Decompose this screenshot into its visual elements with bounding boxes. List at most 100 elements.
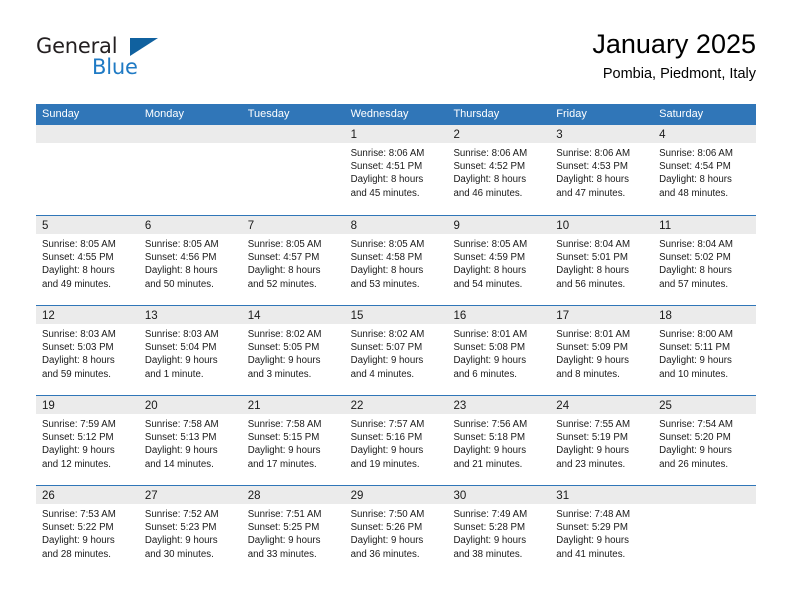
date-band: 26 <box>36 486 139 504</box>
sunset-text: Sunset: 4:54 PM <box>659 161 731 173</box>
sunrise-text: Sunrise: 7:54 AM <box>659 419 733 430</box>
day-info: Sunrise: 8:04 AM Sunset: 5:02 PM Dayligh… <box>653 234 756 291</box>
day-cell[interactable]: 30 Sunrise: 7:49 AM Sunset: 5:28 PM Dayl… <box>447 486 551 575</box>
day-cell[interactable]: 16 Sunrise: 8:01 AM Sunset: 5:08 PM Dayl… <box>447 306 551 395</box>
day-info: Sunrise: 8:06 AM Sunset: 4:51 PM Dayligh… <box>345 143 448 200</box>
day-cell[interactable]: 10 Sunrise: 8:04 AM Sunset: 5:01 PM Dayl… <box>550 216 654 305</box>
daylight-text-line2: and 49 minutes. <box>42 278 111 290</box>
date-number: 26 <box>42 490 55 502</box>
daylight-text-line1: Daylight: 9 hours <box>144 535 218 547</box>
date-number: 22 <box>350 400 364 412</box>
day-cell[interactable]: 28 Sunrise: 7:51 AM Sunset: 5:25 PM Dayl… <box>241 486 345 575</box>
day-cell[interactable]: 27 Sunrise: 7:52 AM Sunset: 5:23 PM Dayl… <box>138 486 242 575</box>
day-info: Sunrise: 7:52 AM Sunset: 5:23 PM Dayligh… <box>139 504 242 561</box>
daylight-text-line1: Daylight: 8 hours <box>42 265 115 277</box>
day-info: Sunrise: 8:06 AM Sunset: 4:54 PM Dayligh… <box>653 143 756 200</box>
day-cell[interactable]: 17 Sunrise: 8:01 AM Sunset: 5:09 PM Dayl… <box>550 306 654 395</box>
sunrise-text: Sunrise: 7:55 AM <box>556 419 631 430</box>
daylight-text-line1: Daylight: 9 hours <box>247 535 321 547</box>
daylight-text-line1: Daylight: 9 hours <box>659 445 732 457</box>
sunset-text: Sunset: 5:18 PM <box>453 432 526 444</box>
sunset-text: Sunset: 5:01 PM <box>556 252 628 264</box>
date-number: 16 <box>453 310 467 322</box>
date-band: 31 <box>550 486 654 504</box>
sunset-text: Sunset: 5:13 PM <box>144 432 217 444</box>
date-band: 28 <box>241 486 345 504</box>
day-cell[interactable]: 1 Sunrise: 8:06 AM Sunset: 4:51 PM Dayli… <box>344 125 448 215</box>
day-cell[interactable]: 19 Sunrise: 7:59 AM Sunset: 5:12 PM Dayl… <box>36 396 139 485</box>
day-cell[interactable]: 7 Sunrise: 8:05 AM Sunset: 4:57 PM Dayli… <box>241 216 345 305</box>
daylight-text-line2: and 28 minutes. <box>42 548 111 560</box>
daylight-text-line2: and 36 minutes. <box>350 548 420 560</box>
day-info: Sunrise: 8:05 AM Sunset: 4:55 PM Dayligh… <box>36 234 139 291</box>
sunset-text: Sunset: 5:20 PM <box>659 432 731 444</box>
day-info <box>139 143 242 147</box>
week-row: 26 Sunrise: 7:53 AM Sunset: 5:22 PM Dayl… <box>36 485 757 575</box>
daylight-text-line2: and 10 minutes. <box>659 368 729 380</box>
date-band: 20 <box>138 396 242 414</box>
day-cell[interactable]: 15 Sunrise: 8:02 AM Sunset: 5:07 PM Dayl… <box>344 306 448 395</box>
date-number: 2 <box>453 129 460 141</box>
daylight-text-line1: Daylight: 8 hours <box>350 265 424 277</box>
day-info: Sunrise: 7:58 AM Sunset: 5:13 PM Dayligh… <box>139 414 242 471</box>
location-subtitle: Pombia, Piedmont, Italy <box>602 66 756 82</box>
day-cell[interactable] <box>138 125 242 215</box>
daylight-text-line2: and 1 minute. <box>144 368 204 380</box>
weekday-header-friday: Friday <box>556 108 587 120</box>
day-cell[interactable]: 9 Sunrise: 8:05 AM Sunset: 4:59 PM Dayli… <box>447 216 551 305</box>
date-band: 7 <box>241 216 345 234</box>
day-cell[interactable]: 18 Sunrise: 8:00 AM Sunset: 5:11 PM Dayl… <box>653 306 757 395</box>
day-cell[interactable]: 31 Sunrise: 7:48 AM Sunset: 5:29 PM Dayl… <box>550 486 654 575</box>
day-cell[interactable]: 5 Sunrise: 8:05 AM Sunset: 4:55 PM Dayli… <box>36 216 139 305</box>
date-band: 14 <box>241 306 345 324</box>
weekday-header-row: Sunday Monday Tuesday Wednesday Thursday… <box>36 104 756 125</box>
date-band: 6 <box>138 216 242 234</box>
date-number: 30 <box>453 490 467 502</box>
sunset-text: Sunset: 5:19 PM <box>556 432 628 444</box>
generalblue-logo[interactable]: General Blue <box>36 34 166 86</box>
date-band: 22 <box>344 396 448 414</box>
day-cell[interactable]: 20 Sunrise: 7:58 AM Sunset: 5:13 PM Dayl… <box>138 396 242 485</box>
sunrise-text: Sunrise: 7:58 AM <box>247 419 322 430</box>
sunrise-text: Sunrise: 8:02 AM <box>350 329 425 340</box>
daylight-text-line1: Daylight: 8 hours <box>556 174 629 186</box>
day-cell[interactable]: 25 Sunrise: 7:54 AM Sunset: 5:20 PM Dayl… <box>653 396 757 485</box>
sunset-text: Sunset: 4:57 PM <box>247 252 320 264</box>
day-cell[interactable]: 2 Sunrise: 8:06 AM Sunset: 4:52 PM Dayli… <box>447 125 551 215</box>
daylight-text-line2: and 59 minutes. <box>42 368 111 380</box>
daylight-text-line2: and 47 minutes. <box>556 187 626 199</box>
day-cell[interactable] <box>653 486 757 575</box>
week-row: 19 Sunrise: 7:59 AM Sunset: 5:12 PM Dayl… <box>36 395 757 485</box>
day-cell[interactable]: 6 Sunrise: 8:05 AM Sunset: 4:56 PM Dayli… <box>138 216 242 305</box>
day-cell[interactable]: 24 Sunrise: 7:55 AM Sunset: 5:19 PM Dayl… <box>550 396 654 485</box>
day-cell[interactable] <box>241 125 345 215</box>
sunrise-text: Sunrise: 8:02 AM <box>247 329 322 340</box>
day-info: Sunrise: 8:03 AM Sunset: 5:03 PM Dayligh… <box>36 324 139 381</box>
sunset-text: Sunset: 5:22 PM <box>42 522 114 534</box>
day-cell[interactable]: 29 Sunrise: 7:50 AM Sunset: 5:26 PM Dayl… <box>344 486 448 575</box>
day-cell[interactable]: 12 Sunrise: 8:03 AM Sunset: 5:03 PM Dayl… <box>36 306 139 395</box>
daylight-text-line2: and 19 minutes. <box>350 458 420 470</box>
day-cell[interactable]: 22 Sunrise: 7:57 AM Sunset: 5:16 PM Dayl… <box>344 396 448 485</box>
day-cell[interactable]: 11 Sunrise: 8:04 AM Sunset: 5:02 PM Dayl… <box>653 216 757 305</box>
sunset-text: Sunset: 5:16 PM <box>350 432 423 444</box>
sunrise-text: Sunrise: 8:06 AM <box>556 148 631 159</box>
week-row: 5 Sunrise: 8:05 AM Sunset: 4:55 PM Dayli… <box>36 215 757 305</box>
sunset-text: Sunset: 5:05 PM <box>247 342 320 354</box>
day-cell[interactable] <box>36 125 139 215</box>
sunrise-text: Sunrise: 7:52 AM <box>144 509 219 520</box>
day-cell[interactable]: 26 Sunrise: 7:53 AM Sunset: 5:22 PM Dayl… <box>36 486 139 575</box>
day-cell[interactable]: 4 Sunrise: 8:06 AM Sunset: 4:54 PM Dayli… <box>653 125 757 215</box>
sunset-text: Sunset: 4:51 PM <box>350 161 423 173</box>
day-cell[interactable]: 14 Sunrise: 8:02 AM Sunset: 5:05 PM Dayl… <box>241 306 345 395</box>
day-info: Sunrise: 8:04 AM Sunset: 5:01 PM Dayligh… <box>550 234 653 291</box>
day-cell[interactable]: 3 Sunrise: 8:06 AM Sunset: 4:53 PM Dayli… <box>550 125 654 215</box>
day-cell[interactable]: 21 Sunrise: 7:58 AM Sunset: 5:15 PM Dayl… <box>241 396 345 485</box>
day-cell[interactable]: 8 Sunrise: 8:05 AM Sunset: 4:58 PM Dayli… <box>344 216 448 305</box>
sunset-text: Sunset: 4:56 PM <box>144 252 217 264</box>
sunset-text: Sunset: 5:04 PM <box>144 342 217 354</box>
day-cell[interactable]: 23 Sunrise: 7:56 AM Sunset: 5:18 PM Dayl… <box>447 396 551 485</box>
date-number: 4 <box>659 129 666 141</box>
date-number: 28 <box>247 490 261 502</box>
day-cell[interactable]: 13 Sunrise: 8:03 AM Sunset: 5:04 PM Dayl… <box>138 306 242 395</box>
